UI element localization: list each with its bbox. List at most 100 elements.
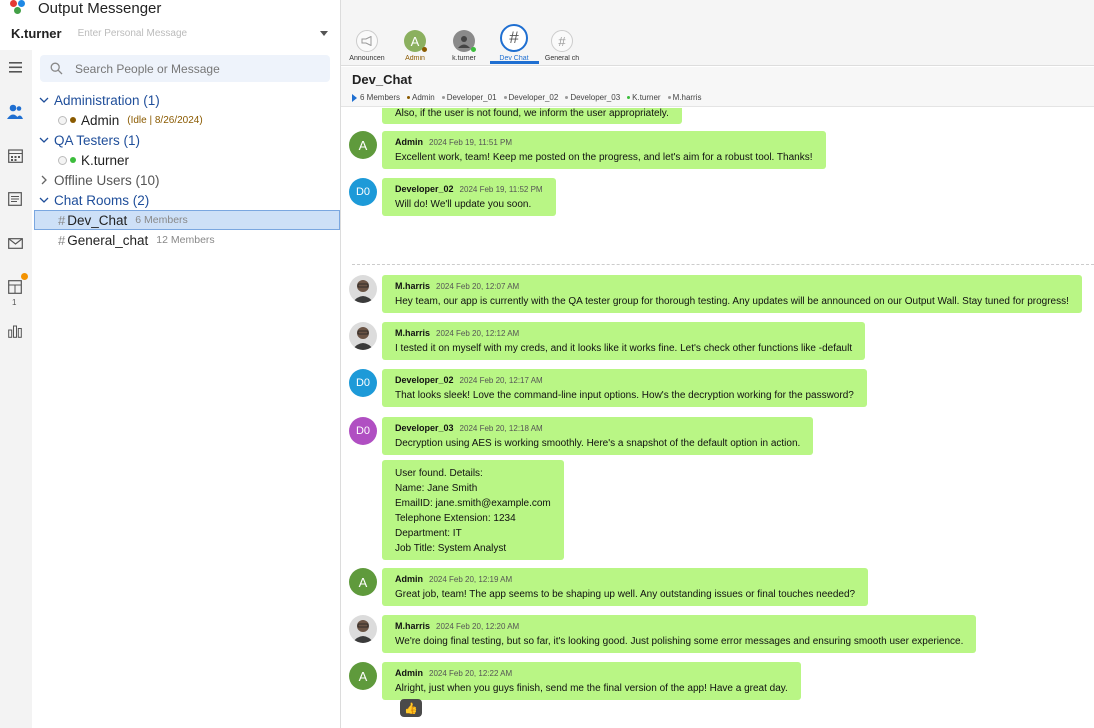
hash-icon: # (500, 24, 528, 52)
app-header: Output Messenger (0, 0, 340, 17)
message-bubble: M.harris 2024 Feb 20, 12:12 AM I tested i… (382, 322, 866, 360)
message-line: User found. Details: (395, 468, 483, 479)
sender-name[interactable]: Developer_02 (395, 184, 454, 194)
avatar[interactable]: A (349, 131, 377, 159)
chat-pane: Announcen A Admin k.turner # Dev Chat # (341, 0, 1094, 728)
thumbs-up-icon[interactable]: 👍 (400, 699, 422, 717)
message-time: 2024 Feb 20, 12:22 AM (429, 669, 513, 678)
group-label: QA Testers (1) (54, 132, 141, 148)
notification-count: 1 (12, 298, 17, 307)
member-developer-03[interactable]: Developer_03 (565, 93, 620, 102)
menu-icon[interactable] (6, 58, 24, 76)
tab-general-chat[interactable]: # General ch (538, 30, 586, 62)
message-bubble: Also, if the user is not found, we infor… (382, 108, 682, 124)
sender-name[interactable]: Admin (395, 137, 423, 147)
avatar[interactable] (349, 615, 377, 643)
user-photo-icon (352, 620, 374, 643)
room-name: Dev_Chat (67, 212, 128, 228)
avatar[interactable]: D0 (349, 417, 377, 445)
avatar-letter: A (358, 668, 368, 684)
reports-icon[interactable] (6, 322, 24, 340)
room-members: 6 Members (135, 214, 188, 226)
member-k-turner[interactable]: K.turner (627, 93, 661, 102)
member-developer-01[interactable]: Developer_01 (441, 93, 497, 102)
tab-label: General ch (544, 55, 580, 62)
calendar-icon[interactable] (6, 146, 24, 164)
hash-icon: # (58, 212, 66, 228)
group-qa-testers[interactable]: QA Testers (1) (34, 130, 340, 150)
message-bubble: User found. Details: Name: Jane Smith Em… (382, 460, 564, 560)
tab-glyph: # (509, 28, 519, 47)
sender-name[interactable]: M.harris (395, 281, 430, 291)
wall-icon[interactable] (6, 278, 24, 296)
presence-offline-icon (667, 96, 671, 99)
tab-k-turner[interactable]: k.turner (440, 30, 488, 62)
member-name: Developer_02 (508, 93, 559, 102)
app-title: Output Messenger (38, 0, 162, 17)
message-text: That looks sleek! Love the command-line … (395, 390, 854, 401)
room-members: 12 Members (156, 234, 215, 246)
message-time: 2024 Feb 20, 12:12 AM (436, 329, 520, 338)
personal-message-input[interactable]: Enter Personal Message (78, 28, 320, 39)
room-general-chat[interactable]: # General_chat 12 Members (34, 230, 340, 250)
avatar[interactable]: D0 (349, 178, 377, 206)
tab-label: Announcen (349, 55, 385, 62)
message-text: We're doing final testing, but so far, i… (395, 636, 964, 647)
contact-name: K.turner (81, 152, 130, 168)
avatar[interactable]: A (349, 662, 377, 690)
sender-name[interactable]: Admin (395, 574, 423, 584)
avatar[interactable] (349, 275, 377, 303)
search-input[interactable]: Search People or Message (40, 55, 330, 82)
contacts-icon[interactable] (6, 102, 24, 120)
message-line: Job Title: System Analyst (395, 543, 507, 554)
chevron-down-icon (39, 97, 49, 103)
megaphone-icon (356, 30, 378, 52)
member-admin[interactable]: Admin (407, 93, 435, 102)
contact-admin[interactable]: Admin (Idle | 8/26/2024) (34, 110, 340, 130)
message-bubble: Developer_02 2024 Feb 19, 11:52 PM Will d… (382, 178, 556, 216)
chevron-right-icon (41, 175, 47, 185)
avatar-letter: A (358, 574, 368, 590)
member-name: Developer_03 (570, 93, 621, 102)
tab-glyph: # (558, 33, 566, 49)
member-name: Admin (412, 93, 435, 102)
search-icon (50, 62, 63, 75)
tab-dev-chat[interactable]: # Dev Chat (490, 24, 538, 62)
room-name: General_chat (67, 232, 149, 248)
current-user-name[interactable]: K.turner (11, 26, 62, 41)
notes-icon[interactable] (6, 190, 24, 208)
tab-announcements[interactable]: Announcen (343, 30, 391, 62)
presence-offline-icon (565, 96, 569, 99)
room-dev-chat[interactable]: # Dev_Chat 6 Members (34, 210, 340, 230)
group-label: Offline Users (10) (54, 172, 160, 188)
group-offline-users[interactable]: Offline Users (10) (34, 170, 340, 190)
group-administration[interactable]: Administration (1) (34, 90, 340, 110)
expand-members-icon[interactable] (352, 93, 357, 102)
sender-name[interactable]: Developer_03 (395, 423, 454, 433)
avatar[interactable]: D0 (349, 369, 377, 397)
sender-name[interactable]: Admin (395, 668, 423, 678)
mail-icon[interactable] (6, 234, 24, 252)
member-count[interactable]: 6 Members (360, 93, 400, 102)
sender-name[interactable]: M.harris (395, 328, 430, 338)
left-pane: Output Messenger K.turner Enter Personal… (0, 0, 341, 728)
sender-name[interactable]: Developer_02 (395, 375, 454, 385)
contact-k-turner[interactable]: K.turner (34, 150, 340, 170)
member-developer-02[interactable]: Developer_02 (503, 93, 559, 102)
sender-name[interactable]: M.harris (395, 621, 430, 631)
chat-header: Dev_Chat 6 Members Admin Developer_01 De… (341, 67, 1094, 107)
contact-name: Admin (81, 112, 120, 128)
member-m-harris[interactable]: M.harris (667, 93, 702, 102)
message-time: 2024 Feb 19, 11:52 PM (459, 185, 543, 194)
tab-admin[interactable]: A Admin (391, 30, 439, 62)
presence-offline-icon (503, 96, 507, 99)
avatar[interactable] (349, 322, 377, 350)
message-text: Decryption using AES is working smoothly… (395, 438, 801, 449)
message-text: Hey team, our app is currently with the … (395, 296, 1069, 307)
notification-dot (21, 273, 28, 280)
chevron-down-icon (39, 197, 49, 203)
avatar-letter: D0 (355, 186, 371, 198)
avatar[interactable]: A (349, 568, 377, 596)
group-chat-rooms[interactable]: Chat Rooms (2) (34, 190, 340, 210)
chevron-down-icon[interactable] (320, 30, 328, 36)
